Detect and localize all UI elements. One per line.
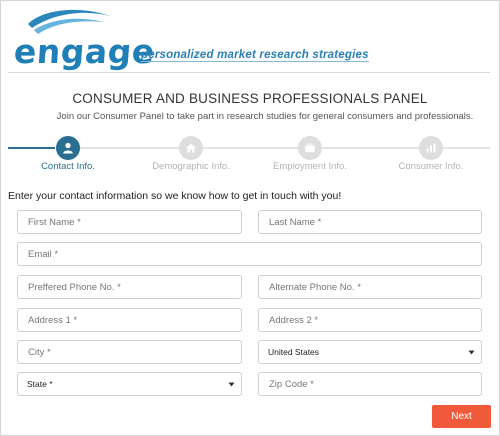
step-label-consumer: Consumer Info.: [398, 161, 464, 172]
step-label-demographic: Demographic Info.: [152, 161, 230, 172]
form-instructions: Enter your contact information so we kno…: [8, 190, 342, 202]
page-title: CONSUMER AND BUSINESS PROFESSIONALS PANE…: [72, 91, 428, 106]
state-select[interactable]: State *: [17, 372, 242, 396]
zip-code-input[interactable]: [258, 372, 482, 396]
next-button[interactable]: Next: [432, 405, 491, 428]
step-connector: [80, 147, 179, 149]
step-consumer-info[interactable]: [419, 136, 443, 160]
step-employment-info[interactable]: [298, 136, 322, 160]
address2-input[interactable]: [258, 308, 482, 332]
country-select[interactable]: United States: [258, 340, 482, 364]
page-subtitle: Join our Consumer Panel to take part in …: [56, 111, 474, 122]
step-label-employment: Employment Info.: [273, 161, 347, 172]
last-name-input[interactable]: [258, 210, 482, 234]
logo-tagline: personalized market research strategies: [141, 49, 369, 62]
briefcase-icon: [305, 143, 315, 153]
step-contact-info[interactable]: [56, 136, 80, 160]
bar-chart-icon: [426, 143, 436, 153]
alternate-phone-input[interactable]: [258, 275, 482, 299]
address1-input[interactable]: [17, 308, 242, 332]
step-connector: [8, 147, 55, 149]
step-connector: [322, 147, 419, 149]
home-icon: [186, 143, 196, 153]
header-divider: [8, 72, 490, 73]
city-input[interactable]: [17, 340, 242, 364]
step-connector: [443, 147, 490, 149]
user-icon: [63, 142, 73, 154]
caret-down-icon: [468, 350, 475, 355]
step-label-contact: Contact Info.: [41, 161, 95, 172]
step-demographic-info[interactable]: [179, 136, 203, 160]
logo-wordmark: engage: [12, 32, 157, 71]
phone-input[interactable]: [17, 275, 242, 299]
first-name-input[interactable]: [17, 210, 242, 234]
step-connector: [203, 147, 298, 149]
country-select-value: United States: [268, 347, 320, 357]
email-input[interactable]: [17, 242, 482, 266]
caret-down-icon: [228, 382, 235, 387]
state-select-value: State *: [27, 379, 53, 389]
